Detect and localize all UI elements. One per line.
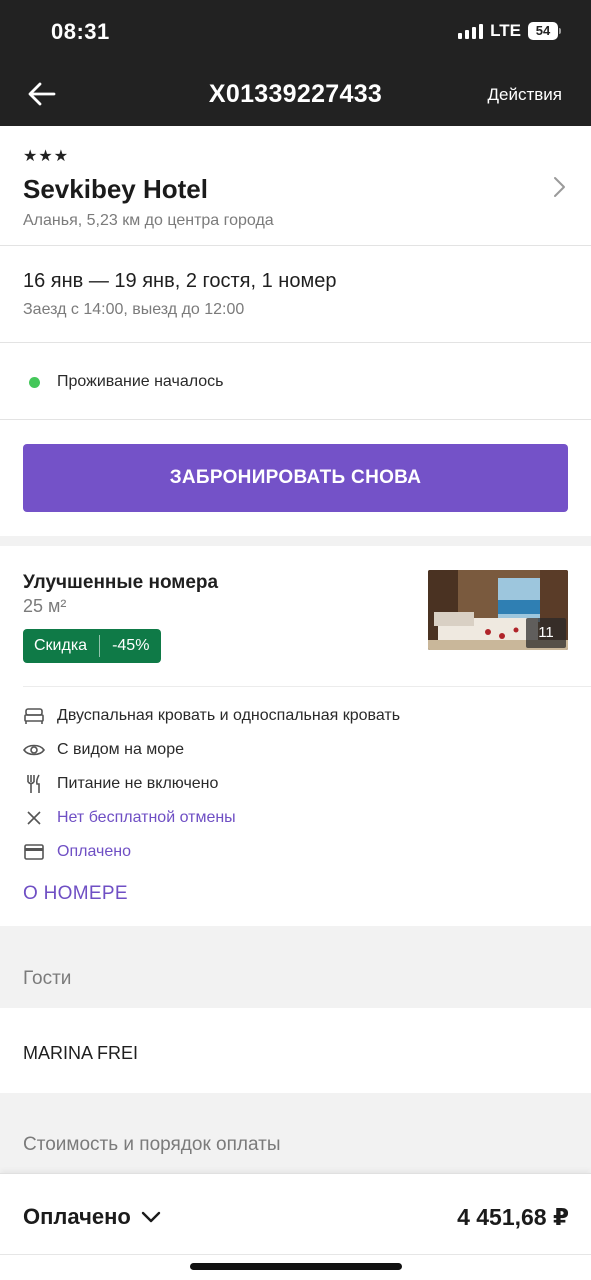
stay-status: Проживание началось	[0, 343, 591, 420]
chevron-down-icon	[141, 1211, 161, 1223]
guest-row: MARINA FREI	[0, 1008, 591, 1093]
feature-payment[interactable]: Оплачено	[23, 840, 131, 864]
room-photo[interactable]: 11	[428, 570, 568, 650]
section-divider	[0, 536, 591, 546]
close-icon	[23, 807, 45, 829]
no-free-cancellation-link[interactable]: Нет бесплатной отмены	[57, 809, 236, 827]
stay-dates: 16 янв — 19 янв, 2 гостя, 1 номер Заезд …	[0, 246, 591, 343]
feature-text: Двуспальная кровать и односпальная крова…	[57, 707, 401, 724]
home-indicator[interactable]	[190, 1263, 402, 1270]
status-bar: 08:31 LTE 54	[0, 0, 591, 62]
credit-card-icon	[23, 841, 45, 863]
feature-bed: Двуспальная кровать и односпальная крова…	[23, 704, 400, 728]
status-time: 08:31	[51, 19, 110, 44]
about-room-link[interactable]: О НОМЕРЕ	[23, 883, 128, 905]
star-rating: ★★★	[23, 148, 70, 165]
discount-value: -45%	[112, 637, 150, 654]
guests-title: Гости	[23, 968, 72, 989]
paid-status-link[interactable]: Оплачено	[57, 843, 131, 861]
stay-status-text: Проживание началось	[57, 373, 224, 390]
payment-header: Стоимость и порядок оплаты	[0, 1093, 591, 1173]
hotel-name: Sevkibey Hotel	[23, 174, 208, 204]
feature-view: С видом на море	[23, 738, 184, 762]
paid-summary-bar[interactable]: Оплачено 4 451,68 ₽	[0, 1173, 591, 1280]
status-indicators: LTE 54	[458, 21, 561, 41]
status-dot	[29, 377, 40, 388]
nav-bar: X01339227433 Действия	[0, 62, 591, 126]
feature-cancellation[interactable]: Нет бесплатной отмены	[23, 806, 236, 830]
discount-badge: Скидка -45%	[23, 629, 162, 663]
stay-dates-main: 16 янв — 19 янв, 2 гостя, 1 номер	[23, 270, 337, 292]
network-label: LTE	[490, 21, 521, 40]
rebook-button[interactable]: ЗАБРОНИРОВАТЬ СНОВА	[23, 444, 568, 512]
payment-title: Стоимость и порядок оплаты	[23, 1134, 281, 1155]
paid-toggle[interactable]: Оплачено	[23, 1204, 161, 1230]
bed-icon	[23, 705, 45, 727]
paid-amount: 4 451,68 ₽	[457, 1204, 569, 1230]
guests-header: Гости	[0, 936, 591, 1008]
hotel-info[interactable]: ★★★ Sevkibey Hotel Аланья, 5,23 км до це…	[0, 126, 591, 246]
battery-level: 54	[528, 22, 558, 40]
room-title: Улучшенные номера	[23, 572, 219, 593]
room-size: 25 м²	[23, 596, 67, 616]
fork-knife-icon	[23, 773, 45, 795]
battery-icon: 54	[528, 22, 561, 40]
photo-count: 11	[526, 618, 566, 648]
section-divider	[0, 926, 591, 936]
eye-icon	[23, 739, 45, 761]
chevron-right-icon	[554, 177, 565, 197]
hotel-location: Аланья, 5,23 км до центра города	[23, 212, 274, 229]
paid-label: Оплачено	[23, 1204, 131, 1229]
signal-icon	[458, 23, 484, 39]
guest-name: MARINA FREI	[23, 1043, 139, 1063]
checkin-checkout-times: Заезд с 14:00, выезд до 12:00	[23, 301, 245, 318]
actions-button[interactable]: Действия	[488, 85, 562, 105]
feature-meals: Питание не включено	[23, 772, 218, 796]
discount-label: Скидка	[23, 635, 101, 657]
feature-text: Питание не включено	[57, 775, 219, 792]
feature-text: С видом на море	[57, 741, 184, 758]
room-info: Улучшенные номера 25 м² Скидка -45% 11 Д…	[0, 546, 591, 926]
room-divider	[23, 686, 591, 687]
bottom-divider	[0, 1254, 591, 1255]
